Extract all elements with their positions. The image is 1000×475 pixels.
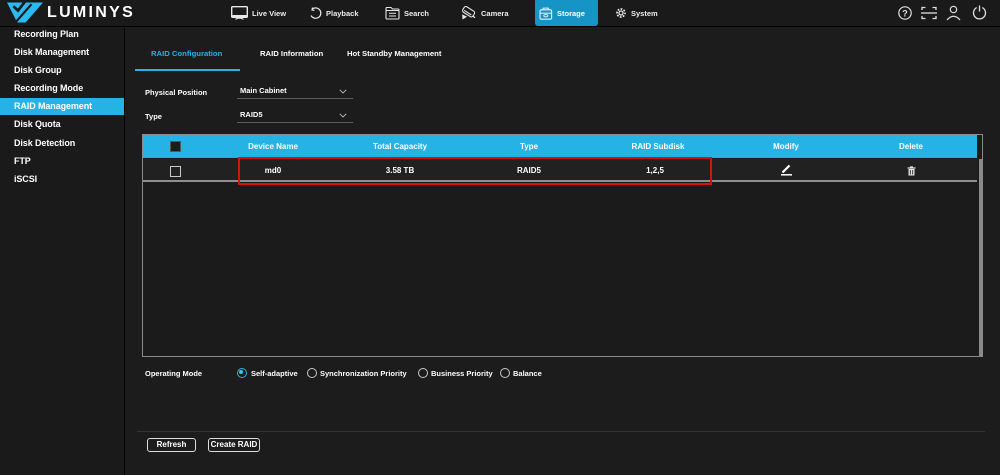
svg-text:?: ? <box>902 8 908 18</box>
